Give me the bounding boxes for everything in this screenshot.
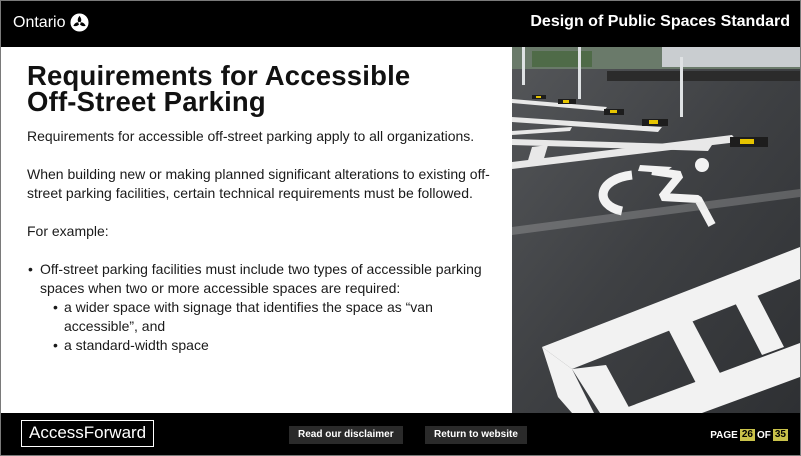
total-page-number: 35 xyxy=(772,429,788,441)
parking-lot-illustration xyxy=(512,47,800,413)
header-bar: Ontario Design of Public Spaces Standard xyxy=(1,1,800,47)
title-line-2: Off-Street Parking xyxy=(27,86,266,117)
footer-bar: AccessForward Read our disclaimer Return… xyxy=(1,413,800,455)
page-label: PAGE xyxy=(710,429,738,441)
page-title: Requirements for Accessible Off-Street P… xyxy=(27,62,497,117)
list-item: a wider space with signage that identifi… xyxy=(27,298,497,336)
content-panel: Requirements for Accessible Off-Street P… xyxy=(1,47,512,413)
disclaimer-button[interactable]: Read our disclaimer xyxy=(289,426,403,444)
parking-lot-photo xyxy=(512,47,800,413)
current-page-number: 26 xyxy=(739,429,755,441)
list-item: a standard-width space xyxy=(27,336,497,355)
return-to-website-button[interactable]: Return to website xyxy=(425,426,527,444)
paragraph-requirements: When building new or making planned sign… xyxy=(27,166,490,201)
accessforward-brand[interactable]: AccessForward xyxy=(21,420,155,447)
body-text: Requirements for accessible off-street p… xyxy=(27,127,497,355)
list-item: Off-street parking facilities must inclu… xyxy=(27,260,497,298)
paragraph-scope: Requirements for accessible off-street p… xyxy=(27,128,475,144)
slide: Ontario Design of Public Spaces Standard… xyxy=(0,0,801,456)
ontario-trillium-icon xyxy=(70,13,89,32)
standard-title: Design of Public Spaces Standard xyxy=(530,13,790,30)
page-of-label: OF xyxy=(756,429,771,441)
ontario-logo: Ontario xyxy=(13,13,89,32)
requirements-list: Off-street parking facilities must inclu… xyxy=(27,260,497,355)
paragraph-example: For example: xyxy=(27,223,109,239)
page-indicator: PAGE 26 OF 35 xyxy=(710,429,788,441)
logo-text: Ontario xyxy=(13,13,66,31)
